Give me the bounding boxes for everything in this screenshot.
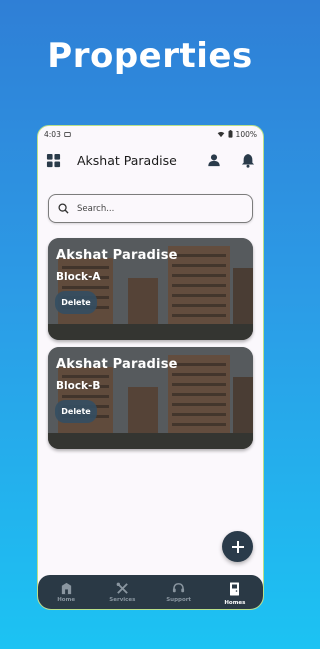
battery-level: 100% (235, 129, 257, 139)
bell-icon[interactable] (241, 153, 255, 168)
profile-icon[interactable] (207, 153, 221, 167)
property-card[interactable]: Akshat Paradise Block-B Delete (48, 347, 253, 449)
promo-title: Properties (47, 36, 253, 76)
nav-label: Home (57, 597, 76, 603)
property-card[interactable]: Akshat Paradise Block-A Delete (48, 238, 253, 340)
building-icon (60, 582, 73, 595)
door-icon (229, 582, 240, 596)
delete-button[interactable]: Delete (55, 291, 97, 314)
app-bar: Akshat Paradise (38, 146, 263, 174)
card-title: Akshat Paradise (56, 357, 178, 372)
search-input[interactable] (77, 203, 237, 214)
nav-label: Support (166, 597, 192, 603)
nav-item-services[interactable]: Services (98, 582, 146, 603)
phone-frame: 4:03 100% Akshat Paradise Search... Aksh… (37, 125, 264, 610)
plus-icon (231, 540, 245, 554)
bottom-navigation: Home Services Support Homes (38, 575, 263, 609)
card-subtitle: Block-A (56, 271, 101, 283)
nav-label: Homes (224, 600, 246, 606)
card-subtitle: Block-B (56, 380, 101, 392)
nav-label: Services (109, 597, 136, 603)
tools-icon (116, 582, 129, 595)
card-title: Akshat Paradise (56, 248, 178, 263)
search-icon (58, 203, 69, 214)
page-title: Akshat Paradise (77, 152, 177, 168)
battery-icon (228, 130, 233, 138)
grid-menu-icon[interactable] (46, 153, 61, 168)
wifi-icon (217, 131, 225, 138)
status-bar: 4:03 100% (38, 126, 263, 142)
nav-item-home[interactable]: Home (42, 582, 90, 603)
search-bar[interactable] (48, 194, 253, 223)
status-time: 4:03 (44, 129, 61, 139)
delete-button[interactable]: Delete (55, 400, 97, 423)
headset-icon (172, 582, 185, 595)
notification-icon (64, 131, 71, 138)
nav-item-support[interactable]: Support (155, 582, 203, 603)
nav-item-homes[interactable]: Homes (211, 582, 259, 606)
add-property-button[interactable] (222, 531, 253, 562)
